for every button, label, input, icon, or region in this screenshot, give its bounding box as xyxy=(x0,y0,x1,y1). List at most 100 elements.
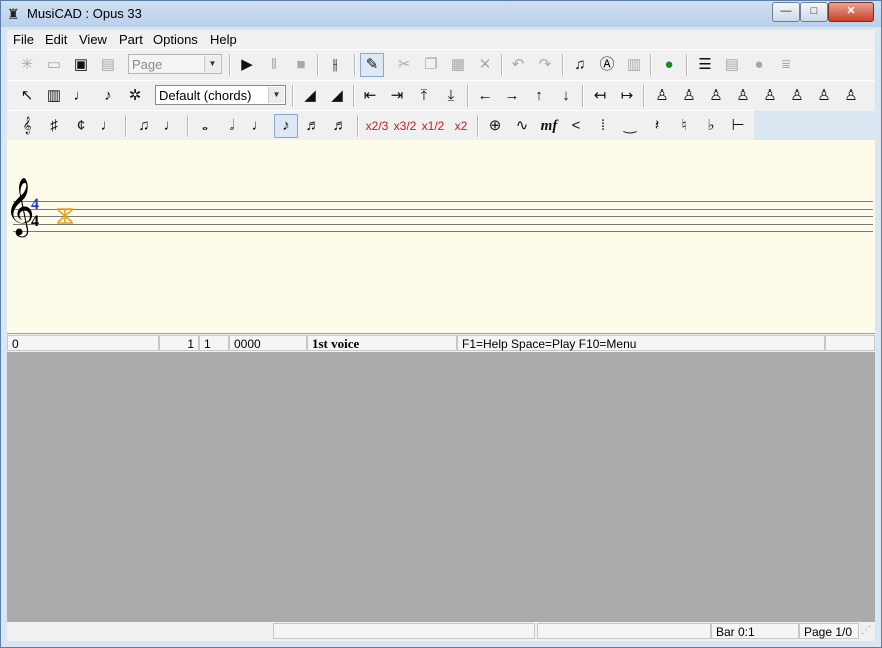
staff-line xyxy=(13,231,873,232)
decrease-velocity-icon[interactable]: ◢ xyxy=(298,84,322,108)
time-signature-icon[interactable]: ¢ xyxy=(69,114,93,138)
dynamic-mf-button[interactable]: mf xyxy=(537,114,561,138)
time-signature-top[interactable]: 4 xyxy=(31,197,39,213)
voice-1-icon[interactable]: ♙ xyxy=(650,84,674,108)
menu-options[interactable]: Options xyxy=(153,32,198,47)
stop-icon[interactable]: ■ xyxy=(289,53,313,77)
bar-line-icon[interactable]: ⊢ xyxy=(726,114,750,138)
sixteenth-note-icon[interactable]: ♬ xyxy=(301,114,325,138)
shift-left-icon[interactable]: ↤ xyxy=(588,84,612,108)
separator xyxy=(650,54,652,76)
repeat-bar-icon[interactable]: ⦙ xyxy=(591,114,615,138)
quarter-note-icon[interactable]: ♩ xyxy=(247,114,271,138)
maximize-button[interactable]: □ xyxy=(800,2,828,22)
list-icon[interactable]: ☰ xyxy=(693,53,717,77)
save-icon[interactable]: ▣ xyxy=(69,53,93,77)
tempo-icon[interactable]: ♩ xyxy=(96,114,120,138)
tuplet-x2-button[interactable]: x2 xyxy=(448,114,474,138)
print-icon[interactable]: ▤ xyxy=(96,53,120,77)
double-flat-icon[interactable]: ♭ xyxy=(699,114,723,138)
menu-part[interactable]: Part xyxy=(119,32,143,47)
cut-icon[interactable]: ✂ xyxy=(392,53,416,77)
metronome-icon: ♜ xyxy=(7,6,20,22)
half-note-icon[interactable]: 𝅗𝅥 xyxy=(220,114,244,138)
mixer-icon[interactable]: ⫲ xyxy=(323,53,347,77)
fermata-icon[interactable]: ⊕ xyxy=(483,114,507,138)
record-gray-icon[interactable]: ● xyxy=(747,53,771,77)
resize-grip-icon[interactable]: ⋰ xyxy=(861,625,871,636)
play-icon[interactable]: ▶ xyxy=(235,53,259,77)
voice-6-icon[interactable]: ♙ xyxy=(785,84,809,108)
natural-icon[interactable]: ♮ xyxy=(672,114,696,138)
menu-view[interactable]: View xyxy=(79,32,107,47)
tuplet-3-2-button[interactable]: x3/2 xyxy=(392,114,418,138)
arrow-up-icon[interactable]: ↑ xyxy=(527,84,551,108)
beam-icon[interactable]: ♫ xyxy=(132,114,156,138)
voice-3-icon[interactable]: ♙ xyxy=(704,84,728,108)
erase-icon[interactable]: ⩸ xyxy=(774,53,798,77)
app-window: ♜ MusiCAD : Opus 33 — □ ✕ File Edit View… xyxy=(0,0,882,648)
grace-note-icon[interactable]: ♩ xyxy=(69,84,93,108)
record-green-icon[interactable]: ● xyxy=(657,53,681,77)
move-first-icon[interactable]: ⇤ xyxy=(358,84,382,108)
open-folder-icon[interactable]: ▭ xyxy=(42,53,66,77)
voice-7-icon[interactable]: ♙ xyxy=(812,84,836,108)
insert-cursor-icon[interactable] xyxy=(55,208,75,224)
move-top-icon[interactable]: ⤒ xyxy=(412,84,436,108)
time-signature-bottom[interactable]: 4 xyxy=(31,214,39,230)
thirty-second-note-icon[interactable]: ♬ xyxy=(328,114,352,138)
view-mode-select[interactable]: Page ▼ xyxy=(128,54,222,74)
lower-pane[interactable] xyxy=(7,352,875,622)
minimize-button[interactable]: — xyxy=(772,2,800,22)
chord-mode-select[interactable]: Default (chords) ▼ xyxy=(155,85,286,105)
trill-icon[interactable]: ∿ xyxy=(510,114,534,138)
tuplet-1-2-button[interactable]: x1/2 xyxy=(420,114,446,138)
voice-5-icon[interactable]: ♙ xyxy=(758,84,782,108)
dotted-note-icon[interactable]: ♩ xyxy=(159,114,183,138)
separator xyxy=(501,54,503,76)
tie-icon[interactable]: ‿ xyxy=(618,114,642,138)
close-button[interactable]: ✕ xyxy=(828,2,874,22)
move-last-icon[interactable]: ⇥ xyxy=(385,84,409,108)
conductor-icon[interactable]: ✲ xyxy=(123,84,147,108)
crescendo-icon[interactable]: < xyxy=(564,114,588,138)
arrow-left-icon[interactable]: ← xyxy=(473,84,497,108)
toolbar-file: ✳ ▭ ▣ ▤ Page ▼ ▶ ‖ ■ ⫲ ✎ ✂ ❐ ▦ ✕ ↶ ↷ ♫ Ⓐ… xyxy=(7,49,875,80)
text-folder-icon[interactable]: Ⓐ xyxy=(595,53,619,77)
piano-keys-icon[interactable]: ▥ xyxy=(42,84,66,108)
tuplet-2-3-button[interactable]: x2/3 xyxy=(364,114,390,138)
menu-file[interactable]: File xyxy=(13,32,34,47)
eighth-note-icon[interactable]: ♪ xyxy=(274,114,298,138)
voice-2-icon[interactable]: ♙ xyxy=(677,84,701,108)
score-folder-icon[interactable]: ♫ xyxy=(568,53,592,77)
pause-icon[interactable]: ‖ xyxy=(262,53,286,77)
voice-8-icon[interactable]: ♙ xyxy=(839,84,863,108)
arrow-right-icon[interactable]: → xyxy=(500,84,524,108)
score-area[interactable]: 𝄞 4 4 xyxy=(5,140,875,333)
paste-icon[interactable]: ▦ xyxy=(446,53,470,77)
shift-right-icon[interactable]: ↦ xyxy=(615,84,639,108)
voice-4-icon[interactable]: ♙ xyxy=(731,84,755,108)
note-entry-icon[interactable]: ♪ xyxy=(96,84,120,108)
rest-icon[interactable]: 𝄽 xyxy=(645,114,669,138)
new-icon[interactable]: ✳ xyxy=(15,53,39,77)
treble-clef-icon[interactable]: 𝄞 xyxy=(15,114,39,138)
move-bottom-icon[interactable]: ⤓ xyxy=(439,84,463,108)
menu-edit[interactable]: Edit xyxy=(45,32,67,47)
increase-velocity-icon[interactable]: ◢ xyxy=(325,84,349,108)
delete-icon[interactable]: ✕ xyxy=(473,53,497,77)
copy-icon[interactable]: ❐ xyxy=(419,53,443,77)
menu-help[interactable]: Help xyxy=(210,32,237,47)
select-arrow-icon[interactable]: ↖ xyxy=(15,84,39,108)
title-bar[interactable]: ♜ MusiCAD : Opus 33 — □ ✕ xyxy=(1,1,881,27)
grid-icon[interactable]: ▤ xyxy=(720,53,744,77)
keyboard-icon[interactable]: ▥ xyxy=(622,53,646,77)
arrow-down-icon[interactable]: ↓ xyxy=(554,84,578,108)
view-mode-value: Page xyxy=(132,57,163,72)
key-signature-icon[interactable]: ♯ xyxy=(42,114,66,138)
pencil-icon[interactable]: ✎ xyxy=(360,53,384,77)
whole-note-icon[interactable]: 𝅝 xyxy=(193,114,217,138)
undo-icon[interactable]: ↶ xyxy=(506,53,530,77)
redo-icon[interactable]: ↷ xyxy=(533,53,557,77)
bar-number-field: 1 xyxy=(159,335,199,351)
